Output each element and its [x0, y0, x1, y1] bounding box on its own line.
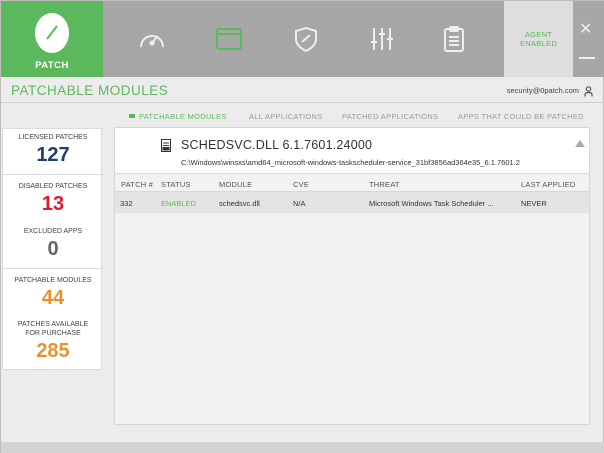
sliders-icon[interactable]	[367, 25, 397, 53]
dll-file-icon	[161, 139, 171, 152]
excluded-apps-value[interactable]: 0	[3, 238, 103, 261]
cell-last-applied: NEVER	[521, 199, 547, 208]
stat-divider	[3, 174, 103, 175]
active-tab-indicator	[129, 114, 135, 118]
tab-apps-could-be-patched[interactable]: APPS THAT COULD BE PATCHED	[458, 112, 584, 121]
column-header-status[interactable]: STATUS	[161, 180, 191, 189]
window-icon[interactable]	[214, 25, 244, 53]
collapse-icon[interactable]	[575, 140, 585, 147]
module-panel: SCHEDSVC.DLL 6.1.7601.24000 C:\Windows\w…	[114, 127, 590, 425]
cell-threat: Microsoft Windows Task Scheduler ...	[369, 199, 494, 208]
window-controls	[573, 1, 604, 77]
licensed-patches-value[interactable]: 127	[3, 144, 103, 167]
column-header-last-applied[interactable]: LAST APPLIED	[521, 180, 575, 189]
patches-available-label-line1: PATCHES AVAILABLE	[17, 321, 89, 328]
brand-tile[interactable]: PATCH	[1, 1, 103, 77]
patchable-modules-value[interactable]: 44	[3, 287, 103, 310]
agent-status-line1: AGENT	[524, 30, 553, 39]
module-title: SCHEDSVC.DLL 6.1.7601.24000	[181, 138, 373, 152]
clipboard-icon[interactable]	[439, 25, 469, 53]
tab-all-applications[interactable]: ALL APPLICATIONS	[249, 112, 323, 121]
agent-status-line2: ENABLED	[519, 39, 558, 48]
disabled-patches-label: DISABLED PATCHES	[18, 183, 88, 190]
stat-divider	[3, 268, 103, 269]
patch-logo-icon	[35, 13, 69, 53]
column-header-cve[interactable]: CVE	[293, 180, 309, 189]
patches-available-value[interactable]: 285	[3, 340, 103, 363]
brand-label: PATCH	[35, 60, 69, 71]
status-bar	[1, 442, 604, 453]
account-email[interactable]: security@0patch.com	[507, 86, 579, 95]
cell-patch-number: 332	[120, 199, 133, 208]
column-header-patch[interactable]: PATCH #	[121, 180, 153, 189]
title-divider	[1, 102, 604, 103]
dashboard-icon[interactable]	[137, 25, 167, 53]
disabled-patches-value[interactable]: 13	[3, 193, 103, 216]
licensed-patches-label: LICENSED PATCHES	[18, 134, 88, 141]
patches-available-label-line2: FOR PURCHASE	[25, 330, 81, 337]
tab-patchable-modules[interactable]: PATCHABLE MODULES	[139, 112, 227, 121]
column-header-threat[interactable]: THREAT	[369, 180, 400, 189]
excluded-apps-label: EXCLUDED APPS	[23, 228, 83, 235]
shield-icon[interactable]	[291, 25, 321, 53]
cell-cve: N/A	[293, 199, 306, 208]
cell-status: ENABLED	[161, 199, 197, 208]
agent-status-toggle[interactable]: AGENT ENABLED	[504, 1, 573, 77]
stats-panel: LICENSED PATCHES 127 DISABLED PATCHES 13…	[2, 128, 103, 370]
page-title: PATCHABLE MODULES	[11, 83, 169, 98]
app-window: PATCH AGENT ENABLED ✕ PATCHABLE MODULES …	[0, 0, 604, 453]
close-icon[interactable]: ✕	[579, 19, 592, 39]
column-header-module[interactable]: MODULE	[219, 180, 252, 189]
user-icon[interactable]	[584, 84, 593, 97]
tab-patched-applications[interactable]: PATCHED APPLICATIONS	[342, 112, 438, 121]
module-header[interactable]: SCHEDSVC.DLL 6.1.7601.24000 C:\Windows\w…	[115, 128, 589, 174]
cell-module: schedsvc.dll	[219, 199, 260, 208]
module-path: C:\Windows\winsxs\amd64_microsoft-window…	[181, 158, 520, 167]
patchable-modules-label: PATCHABLE MODULES	[14, 277, 92, 284]
minimize-icon[interactable]	[579, 57, 595, 59]
